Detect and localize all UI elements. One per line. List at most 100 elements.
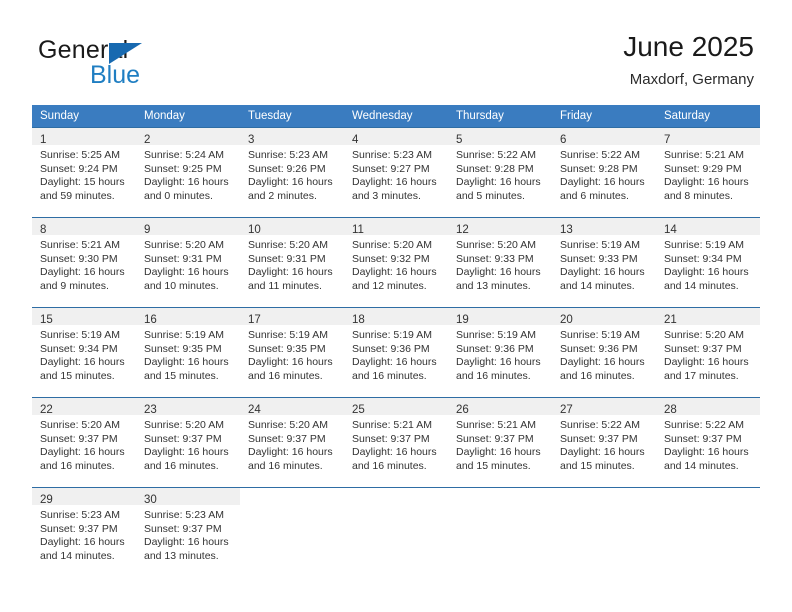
day-number: 22	[40, 404, 53, 416]
daylight-text-line1: Daylight: 16 hours	[144, 356, 229, 369]
calendar-day-cell[interactable]: 4 Sunrise: 5:23 AM Sunset: 9:27 PM Daylight…	[344, 127, 448, 218]
calendar-day-cell[interactable]: 15 Sunrise: 5:19 AM Sunset: 9:34 PM Dayligh…	[32, 307, 136, 398]
daylight-text-line1: Daylight: 16 hours	[40, 446, 125, 459]
calendar-day-cell[interactable]: 20 Sunrise: 5:19 AM Sunset: 9:36 PM Dayligh…	[552, 307, 656, 398]
day-number-band: 15	[32, 308, 136, 326]
day-number-band: 16	[136, 308, 240, 326]
sunset-text: Sunset: 9:37 PM	[352, 432, 430, 445]
day-info: Sunrise: 5:20 AM Sunset: 9:37 PM Daylight:…	[136, 415, 240, 473]
daylight-text-line1: Daylight: 16 hours	[456, 176, 541, 189]
day-number-band: 27	[552, 398, 656, 416]
calendar-day-cell[interactable]: 25 Sunrise: 5:21 AM Sunset: 9:37 PM Dayligh…	[344, 397, 448, 488]
calendar-day-cell[interactable]: 30 Sunrise: 5:23 AM Sunset: 9:37 PM Dayligh…	[136, 487, 240, 578]
calendar-day-cell[interactable]: 7 Sunrise: 5:21 AM Sunset: 9:29 PM Daylight…	[656, 127, 760, 218]
day-number-band: 11	[344, 218, 448, 236]
day-number-band: 17	[240, 308, 344, 326]
daylight-text-line1: Daylight: 16 hours	[352, 356, 437, 369]
calendar-day-cell[interactable]: 21 Sunrise: 5:20 AM Sunset: 9:37 PM Dayligh…	[656, 307, 760, 398]
calendar-day-cell[interactable]: 3 Sunrise: 5:23 AM Sunset: 9:26 PM Daylight…	[240, 127, 344, 218]
calendar-day-cell[interactable]: 6 Sunrise: 5:22 AM Sunset: 9:28 PM Daylight…	[552, 127, 656, 218]
calendar-day-cell[interactable]: 9 Sunrise: 5:20 AM Sunset: 9:31 PM Daylight…	[136, 217, 240, 308]
calendar-day-cell[interactable]: 17 Sunrise: 5:19 AM Sunset: 9:35 PM Dayligh…	[240, 307, 344, 398]
day-number: 27	[560, 404, 573, 416]
calendar-day-cell[interactable]: 16 Sunrise: 5:19 AM Sunset: 9:35 PM Dayligh…	[136, 307, 240, 398]
page-subtitle: Maxdorf, Germany	[629, 71, 754, 88]
day-number-band: 9	[136, 218, 240, 236]
day-number: 30	[144, 494, 157, 506]
calendar-day-cell[interactable]: 23 Sunrise: 5:20 AM Sunset: 9:37 PM Dayligh…	[136, 397, 240, 488]
calendar-day-cell[interactable]: 14 Sunrise: 5:19 AM Sunset: 9:34 PM Dayligh…	[656, 217, 760, 308]
day-info: Sunrise: 5:22 AM Sunset: 9:37 PM Daylight:…	[656, 415, 760, 473]
day-number: 28	[664, 404, 677, 416]
sunrise-text: Sunrise: 5:19 AM	[456, 329, 536, 341]
day-number: 17	[248, 314, 261, 326]
calendar-day-cell[interactable]: 26 Sunrise: 5:21 AM Sunset: 9:37 PM Dayligh…	[448, 397, 552, 488]
calendar-day-cell[interactable]: 28 Sunrise: 5:22 AM Sunset: 9:37 PM Dayligh…	[656, 397, 760, 488]
day-info: Sunrise: 5:25 AM Sunset: 9:24 PM Daylight:…	[32, 145, 136, 203]
day-number-band: 23	[136, 398, 240, 416]
calendar-day-cell[interactable]: 1 Sunrise: 5:25 AM Sunset: 9:24 PM Daylight…	[32, 127, 136, 218]
day-info: Sunrise: 5:19 AM Sunset: 9:34 PM Daylight:…	[32, 325, 136, 383]
calendar-week-row: 29 Sunrise: 5:23 AM Sunset: 9:37 PM Dayligh…	[32, 487, 760, 578]
weekday-header-monday: Monday	[136, 105, 240, 128]
sunset-text: Sunset: 9:37 PM	[248, 432, 326, 445]
sunrise-text: Sunrise: 5:19 AM	[560, 239, 640, 251]
calendar-day-cell[interactable]: 18 Sunrise: 5:19 AM Sunset: 9:36 PM Dayligh…	[344, 307, 448, 398]
daylight-text-line2: and 10 minutes.	[144, 279, 219, 292]
calendar-day-cell[interactable]: 5 Sunrise: 5:22 AM Sunset: 9:28 PM Daylight…	[448, 127, 552, 218]
daylight-text-line2: and 15 minutes.	[456, 459, 531, 472]
calendar-day-cell[interactable]: 11 Sunrise: 5:20 AM Sunset: 9:32 PM Dayligh…	[344, 217, 448, 308]
day-info: Sunrise: 5:20 AM Sunset: 9:32 PM Daylight:…	[344, 235, 448, 293]
daylight-text-line1: Daylight: 16 hours	[248, 446, 333, 459]
day-number: 9	[144, 224, 151, 236]
page-header: General Blue June 2025 Maxdorf, Germany	[0, 0, 792, 100]
day-number: 8	[40, 224, 47, 236]
day-info: Sunrise: 5:20 AM Sunset: 9:37 PM Daylight:…	[656, 325, 760, 383]
day-info: Sunrise: 5:20 AM Sunset: 9:33 PM Daylight:…	[448, 235, 552, 293]
daylight-text-line2: and 0 minutes.	[144, 189, 213, 202]
day-number: 12	[456, 224, 469, 236]
calendar-header-row: Sunday Monday Tuesday Wednesday Thursday…	[32, 105, 760, 128]
daylight-text-line2: and 14 minutes.	[40, 549, 115, 562]
sunset-text: Sunset: 9:31 PM	[144, 252, 222, 265]
calendar-day-cell[interactable]: 29 Sunrise: 5:23 AM Sunset: 9:37 PM Dayligh…	[32, 487, 136, 578]
daylight-text-line1: Daylight: 16 hours	[664, 446, 749, 459]
calendar-day-cell[interactable]: 19 Sunrise: 5:19 AM Sunset: 9:36 PM Dayligh…	[448, 307, 552, 398]
day-info: Sunrise: 5:22 AM Sunset: 9:28 PM Daylight:…	[448, 145, 552, 203]
sunrise-text: Sunrise: 5:22 AM	[560, 149, 640, 161]
daylight-text-line1: Daylight: 16 hours	[560, 356, 645, 369]
day-info: Sunrise: 5:20 AM Sunset: 9:31 PM Daylight:…	[240, 235, 344, 293]
day-number-band: 8	[32, 218, 136, 236]
sunrise-text: Sunrise: 5:19 AM	[560, 329, 640, 341]
daylight-text-line2: and 59 minutes.	[40, 189, 115, 202]
daylight-text-line1: Daylight: 16 hours	[560, 446, 645, 459]
calendar-day-cell[interactable]: 13 Sunrise: 5:19 AM Sunset: 9:33 PM Dayligh…	[552, 217, 656, 308]
day-number-band: 2	[136, 128, 240, 146]
calendar-day-cell[interactable]: 24 Sunrise: 5:20 AM Sunset: 9:37 PM Dayligh…	[240, 397, 344, 488]
day-number-band: 25	[344, 398, 448, 416]
sunrise-text: Sunrise: 5:20 AM	[144, 419, 224, 431]
sunset-text: Sunset: 9:34 PM	[40, 342, 118, 355]
calendar-day-cell[interactable]: 12 Sunrise: 5:20 AM Sunset: 9:33 PM Dayligh…	[448, 217, 552, 308]
calendar-day-empty	[552, 487, 656, 578]
calendar-day-cell[interactable]: 10 Sunrise: 5:20 AM Sunset: 9:31 PM Dayligh…	[240, 217, 344, 308]
sunset-text: Sunset: 9:37 PM	[664, 432, 742, 445]
sunrise-text: Sunrise: 5:20 AM	[664, 329, 744, 341]
calendar-week-row: 1 Sunrise: 5:25 AM Sunset: 9:24 PM Daylight…	[32, 127, 760, 218]
sunrise-text: Sunrise: 5:22 AM	[664, 419, 744, 431]
sunset-text: Sunset: 9:36 PM	[560, 342, 638, 355]
calendar-day-cell[interactable]: 8 Sunrise: 5:21 AM Sunset: 9:30 PM Daylight…	[32, 217, 136, 308]
sunset-text: Sunset: 9:25 PM	[144, 162, 222, 175]
calendar-day-cell[interactable]: 27 Sunrise: 5:22 AM Sunset: 9:37 PM Dayligh…	[552, 397, 656, 488]
sunrise-text: Sunrise: 5:21 AM	[352, 419, 432, 431]
day-number-band: 12	[448, 218, 552, 236]
calendar-week-row: 8 Sunrise: 5:21 AM Sunset: 9:30 PM Daylight…	[32, 217, 760, 308]
weekday-header-thursday: Thursday	[448, 105, 552, 128]
calendar-day-cell[interactable]: 22 Sunrise: 5:20 AM Sunset: 9:37 PM Dayligh…	[32, 397, 136, 488]
day-number-band: 21	[656, 308, 760, 326]
calendar-page: General Blue June 2025 Maxdorf, Germany …	[0, 0, 792, 612]
sunset-text: Sunset: 9:35 PM	[144, 342, 222, 355]
calendar-day-cell[interactable]: 2 Sunrise: 5:24 AM Sunset: 9:25 PM Daylight…	[136, 127, 240, 218]
brand-logo[interactable]: General Blue	[38, 36, 268, 92]
day-number: 3	[248, 134, 255, 146]
